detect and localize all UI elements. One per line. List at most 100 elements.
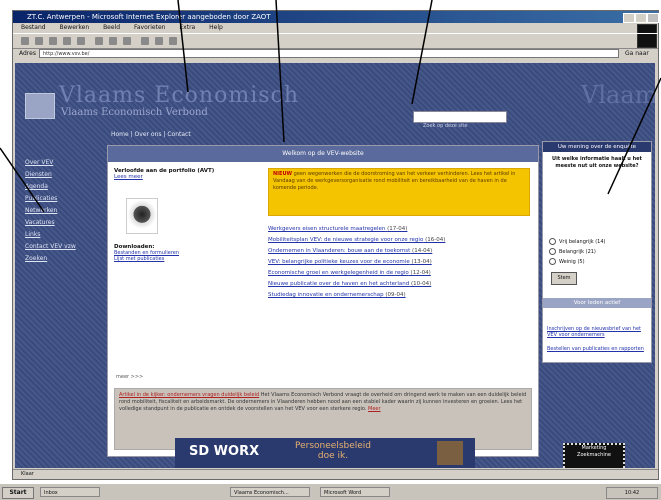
nav-item[interactable]: Netwerken [25, 207, 101, 214]
subscribe-link[interactable]: Bestellen van publicaties en rapporten [547, 346, 647, 352]
banner-line-1: Personeelsbeleid [295, 441, 372, 451]
search-icon[interactable] [95, 37, 103, 45]
article-title[interactable]: Nieuwe publicatie over de haven en het a… [268, 281, 409, 287]
history-icon[interactable] [123, 37, 131, 45]
highlight-box: NIEUW geen wegenwerken die de doorstromi… [268, 168, 530, 216]
nav-item[interactable]: Agenda [25, 183, 101, 190]
sticker-badge[interactable]: Marketing Zoekmachine [563, 443, 625, 468]
menu-bar: Bestand Bewerken Beeld Favorieten Extra … [13, 23, 658, 33]
radio-icon[interactable] [549, 248, 556, 255]
site-mark: Vlaams [581, 81, 655, 109]
article-title[interactable]: Mobiliteitsplan VEV: de nieuwe strategie… [268, 237, 423, 243]
right-column: Uw mening over de enquête Uit welke info… [542, 141, 652, 363]
status-text: Klaar [21, 471, 34, 477]
download-link[interactable]: Lijst met publicaties [114, 256, 244, 262]
article-date: (13-04) [411, 259, 432, 265]
article-link[interactable]: Economische groei en werkgelegenheid in … [268, 270, 530, 277]
nav-item[interactable]: Over VEV [25, 159, 101, 166]
left-link[interactable]: Lees meer [114, 174, 244, 180]
taskbar-item[interactable]: Microsoft Word [320, 487, 390, 497]
article-link[interactable]: VEV: belangrijke politieke keuzes voor d… [268, 259, 530, 266]
nav-item[interactable]: Vacatures [25, 219, 101, 226]
article-title[interactable]: VEV: belangrijke politieke keuzes voor d… [268, 259, 410, 265]
forward-icon[interactable] [35, 37, 43, 45]
toolbar [13, 33, 658, 49]
top-nav[interactable]: Home | Over ons | Contact [111, 131, 191, 138]
article-link[interactable]: Nieuwe publicatie over de haven en het a… [268, 281, 530, 288]
sticker-line-1: Marketing [581, 445, 607, 451]
banner-line-2: doe ik. [317, 451, 349, 461]
article-link[interactable]: Mobiliteitsplan VEV: de nieuwe strategie… [268, 237, 530, 244]
article-date: (09-04) [385, 292, 406, 298]
address-input[interactable]: http://www.vsv.be/ [39, 49, 619, 58]
favorites-icon[interactable] [109, 37, 117, 45]
maximize-icon[interactable] [635, 13, 647, 23]
minimize-icon[interactable] [623, 13, 635, 23]
browser-window: ZT.C. Antwerpen - Microsoft Internet Exp… [12, 10, 659, 480]
address-bar: Adres http://www.vsv.be/ Ga naar [13, 48, 658, 61]
article-link[interactable]: Werkgevers eisen structurele maatregelen… [268, 226, 530, 233]
nav-item[interactable]: Zoeken [25, 255, 101, 262]
left-nav: Over VEV Diensten Agenda Publicaties Net… [25, 159, 101, 267]
article-title[interactable]: Economische groei en werkgelegenheid in … [268, 270, 409, 276]
poll-option[interactable]: Belangrijk (21) [549, 248, 596, 255]
poll-option[interactable]: Vrij belangrijk (14) [549, 238, 605, 245]
address-label: Adres [19, 50, 36, 57]
article-title[interactable]: Studiedag innovatie en ondernemerschap [268, 292, 384, 298]
article-date: (12-04) [410, 270, 431, 276]
status-bar: Klaar [13, 469, 658, 479]
article-link[interactable]: Studiedag innovatie en ondernemerschap (… [268, 292, 530, 299]
radio-icon[interactable] [549, 258, 556, 265]
window-title: ZT.C. Antwerpen - Microsoft Internet Exp… [27, 13, 271, 21]
nav-item[interactable]: Diensten [25, 171, 101, 178]
more-link[interactable]: meer >>> [116, 374, 143, 380]
highlight-text: geen wegenwerken die de doorstroming van… [273, 171, 516, 191]
site-search-label[interactable]: Zoek op deze site [423, 123, 467, 129]
go-button[interactable]: Ga naar [625, 50, 649, 57]
poll-option-label: Belangrijk (21) [559, 249, 596, 255]
ad-banner[interactable]: SD WORX Personeelsbeleid doe ik. [175, 438, 475, 468]
back-icon[interactable] [21, 37, 29, 45]
mail-icon[interactable] [141, 37, 149, 45]
menu-beeld[interactable]: Beeld [103, 24, 120, 31]
sticker-line-2: Zoekmachine [577, 452, 611, 458]
article-title[interactable]: Ondernemen in Vlaanderen: bouw aan de to… [268, 248, 410, 254]
site-search-input[interactable] [413, 111, 507, 123]
poll-question: Uit welke informatie haalt u het meeste … [552, 156, 642, 169]
menu-help[interactable]: Help [209, 24, 223, 31]
stop-icon[interactable] [49, 37, 57, 45]
print-icon[interactable] [155, 37, 163, 45]
featured-more-link[interactable]: Meer [368, 406, 381, 412]
clock: 10:42 [606, 487, 658, 499]
start-button[interactable]: Start [2, 487, 34, 499]
menu-bewerken[interactable]: Bewerken [60, 24, 90, 31]
nav-item[interactable]: Contact VEV vzw [25, 243, 101, 250]
featured-title[interactable]: Artikel in de kijker: ondernemers vragen… [119, 392, 259, 398]
subscribe-link[interactable]: Inschrijven op de nieuwsbrief van het VE… [547, 326, 647, 338]
menu-bestand[interactable]: Bestand [21, 24, 46, 31]
vote-button[interactable]: Stem [551, 272, 577, 285]
title-bar: ZT.C. Antwerpen - Microsoft Internet Exp… [13, 11, 659, 23]
product-image[interactable] [126, 198, 158, 234]
nav-item[interactable]: Publicaties [25, 195, 101, 202]
taskbar-item[interactable]: Inbox [40, 487, 100, 497]
page-viewport: Vlaams Economisch Vlaams Economisch Verb… [15, 63, 655, 468]
home-icon[interactable] [77, 37, 85, 45]
article-title[interactable]: Werkgevers eisen structurele maatregelen [268, 226, 385, 232]
main-left-column: Verloofde aan de portfolio (AVT) Lees me… [114, 168, 244, 262]
menu-favorieten[interactable]: Favorieten [134, 24, 165, 31]
close-icon[interactable] [647, 13, 659, 23]
refresh-icon[interactable] [63, 37, 71, 45]
edit-icon[interactable] [169, 37, 177, 45]
banner-logo: SD WORX [189, 444, 260, 459]
highlight-label: NIEUW [273, 171, 293, 177]
site-logo[interactable] [25, 93, 55, 119]
radio-icon[interactable] [549, 238, 556, 245]
taskbar-item[interactable]: Vlaams Economisch... [230, 487, 310, 497]
poll-header: Uw mening over de enquête [543, 142, 651, 152]
article-link[interactable]: Ondernemen in Vlaanderen: bouw aan de to… [268, 248, 530, 255]
article-date: (10-04) [410, 281, 432, 287]
poll-option[interactable]: Weinig (5) [549, 258, 585, 265]
nav-item[interactable]: Links [25, 231, 101, 238]
menu-extra[interactable]: Extra [179, 24, 195, 31]
